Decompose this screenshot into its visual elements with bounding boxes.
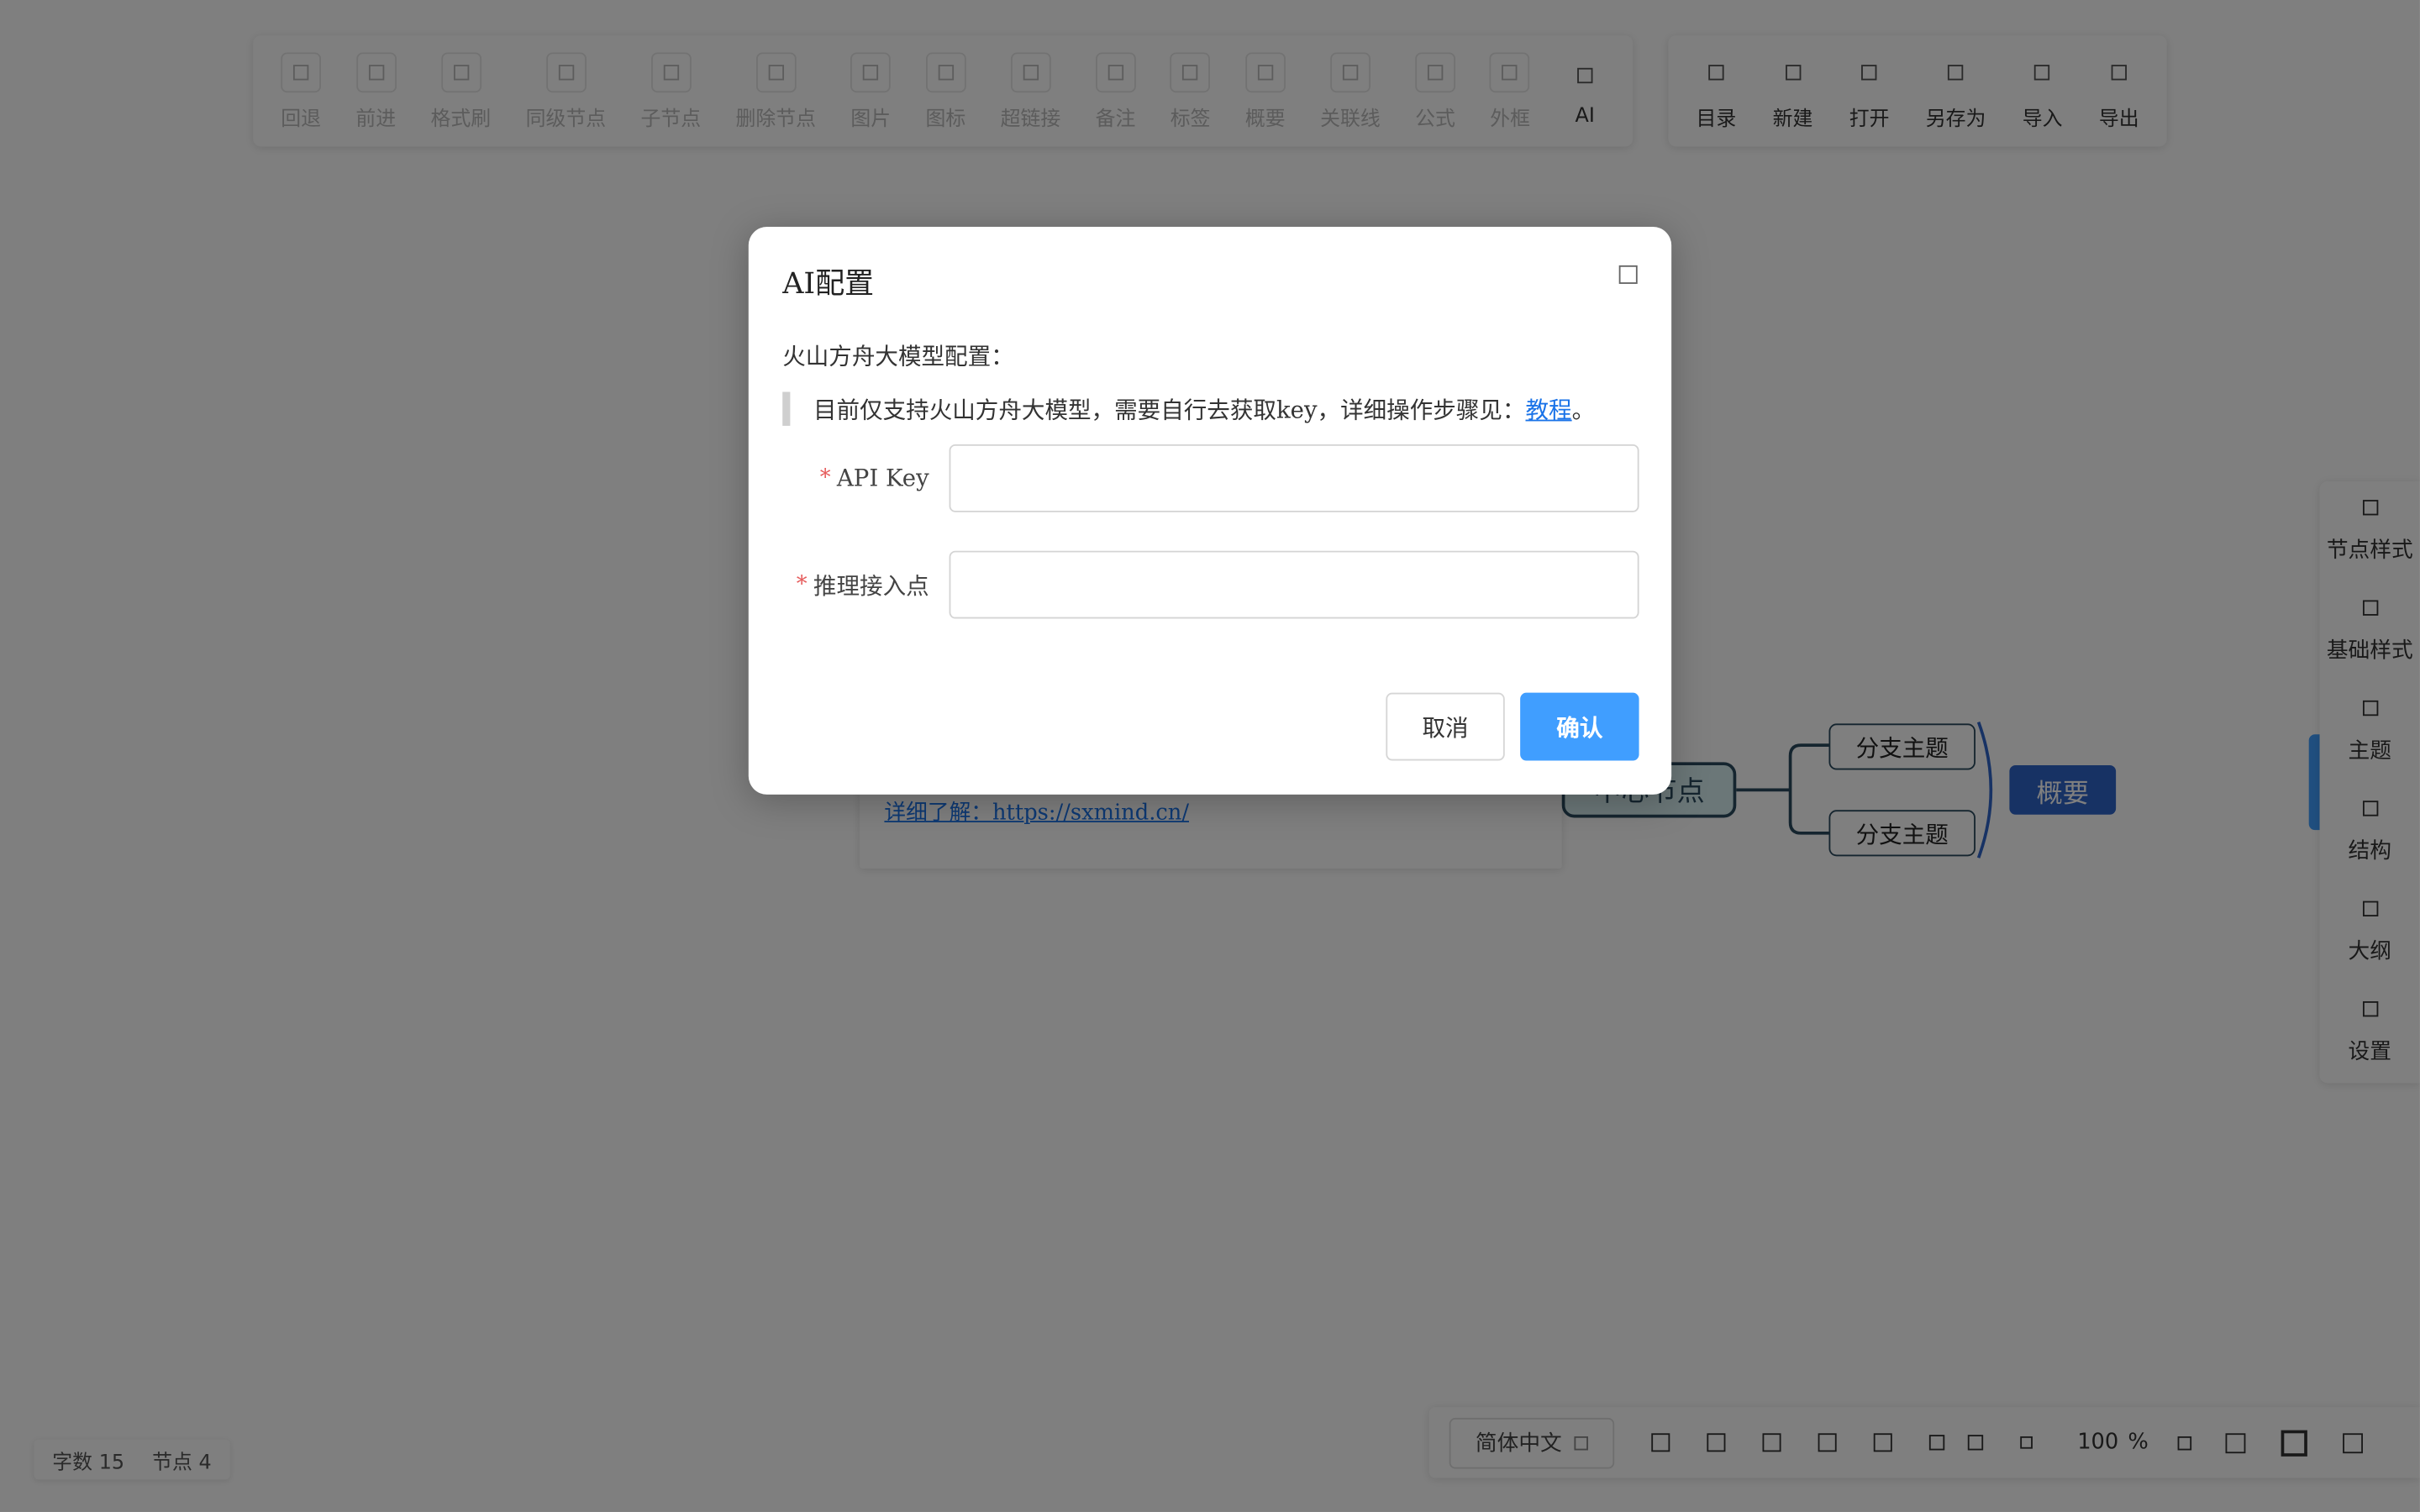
dialog-title: AI配置 bbox=[782, 266, 875, 302]
endpoint-label: * 推理接入点 bbox=[797, 551, 929, 619]
confirm-button[interactable]: 确认 bbox=[1520, 692, 1639, 761]
api-key-label-text: API Key bbox=[836, 464, 929, 492]
required-mark: * bbox=[796, 572, 808, 597]
notice-suffix: 。 bbox=[1571, 396, 1596, 424]
endpoint-row: * 推理接入点 bbox=[749, 550, 1671, 619]
app-stage: 回退前进格式刷同级节点子节点删除节点图片图标超链接备注标签概要关联线公式外框AI… bbox=[0, 0, 2420, 1512]
notice-text-body: 目前仅支持火山方舟大模型，需要自行去获取key，详细操作步骤见： bbox=[813, 396, 1526, 424]
notice-text: 目前仅支持火山方舟大模型，需要自行去获取key，详细操作步骤见：教程。 bbox=[813, 392, 1595, 425]
required-mark: * bbox=[819, 465, 831, 491]
cancel-button[interactable]: 取消 bbox=[1386, 692, 1505, 761]
api-key-label: * API Key bbox=[820, 444, 929, 512]
api-key-input[interactable] bbox=[949, 444, 1639, 512]
notice-bar bbox=[782, 391, 791, 426]
endpoint-label-text: 推理接入点 bbox=[813, 571, 929, 600]
endpoint-input[interactable] bbox=[949, 550, 1639, 619]
section-title: 火山方舟大模型配置： bbox=[782, 342, 1014, 370]
ai-config-dialog: AI配置 火山方舟大模型配置： 目前仅支持火山方舟大模型，需要自行去获取key，… bbox=[748, 226, 1672, 795]
api-key-row: * API Key bbox=[749, 444, 1671, 512]
notice-block: 目前仅支持火山方舟大模型，需要自行去获取key，详细操作步骤见：教程。 bbox=[782, 391, 1595, 426]
close-icon[interactable] bbox=[1618, 265, 1638, 284]
tutorial-link[interactable]: 教程 bbox=[1525, 396, 1571, 423]
